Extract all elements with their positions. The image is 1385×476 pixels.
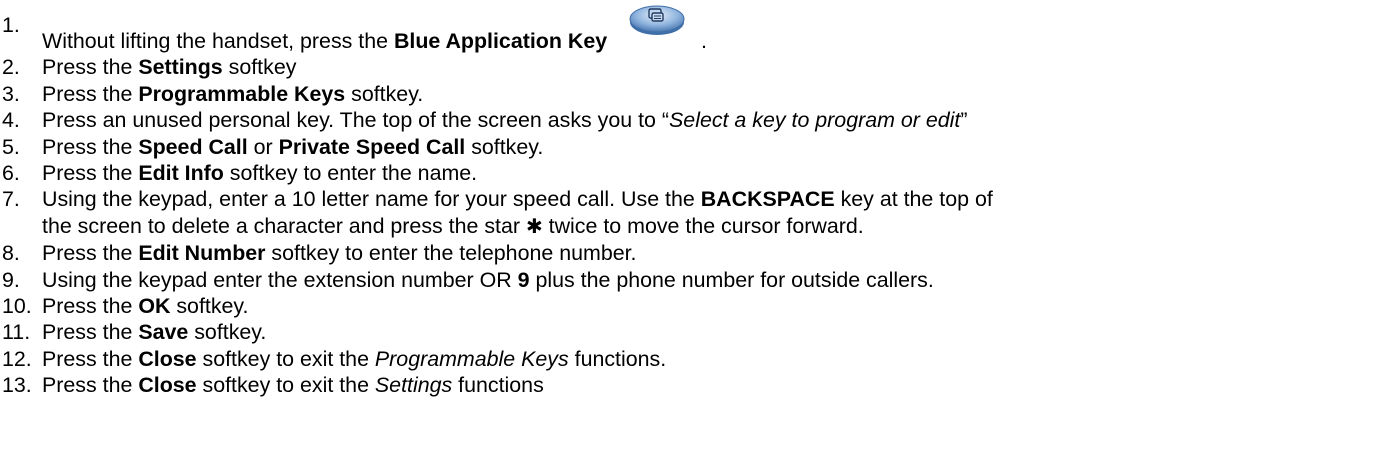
- bold-term: BACKSPACE: [700, 187, 835, 212]
- step-text: Press the Speed Call or Private Speed Ca…: [42, 134, 543, 160]
- list-item: 9. Using the keypad enter the extension n…: [0, 267, 1385, 293]
- step-number: 1.: [2, 13, 20, 37]
- bold-term: Close: [138, 373, 197, 398]
- bold-term: Edit Info: [138, 161, 224, 186]
- bold-term: Edit Number: [138, 241, 266, 266]
- text-run: softkey.: [345, 81, 424, 106]
- text-run: softkey.: [170, 294, 249, 319]
- step-text: Using the keypad enter the extension num…: [42, 267, 934, 293]
- bold-term: 9: [517, 267, 530, 292]
- text-run: Press the: [42, 134, 139, 159]
- step-number: 9.: [2, 267, 20, 292]
- text-run: Using the keypad enter the extension num…: [42, 267, 518, 292]
- italic-term: Settings: [374, 373, 453, 398]
- step-text: Press the Close softkey to exit the Prog…: [42, 346, 666, 372]
- text-run: Press the: [42, 294, 139, 319]
- blue-application-key-icon: [627, 0, 687, 38]
- italic-term: Select a key to program or edit: [669, 108, 961, 133]
- step-text: Press an unused personal key. The top of…: [42, 107, 967, 133]
- text-run: key at the top of: [834, 187, 993, 212]
- text-run: twice to move the cursor forward.: [542, 213, 864, 238]
- list-item: 11. Press the Save softkey.: [0, 319, 1385, 345]
- step-text: Using the keypad, enter a 10 letter name…: [42, 186, 993, 212]
- list-item: 10. Press the OK softkey.: [0, 293, 1385, 319]
- italic-term: Programmable Keys: [374, 346, 569, 371]
- bold-term: Close: [138, 346, 197, 371]
- bold-term: Save: [138, 320, 189, 345]
- step-text: Without lifting the handset, press the B…: [42, 5, 707, 54]
- bold-term: Speed Call: [138, 134, 248, 159]
- step-text: Press the Programmable Keys softkey.: [42, 81, 423, 107]
- text-run: softkey to exit the: [196, 373, 375, 398]
- text-run: .: [701, 29, 707, 53]
- step-number: 8.: [2, 241, 20, 266]
- text-run: softkey to enter the name.: [223, 161, 478, 186]
- step-number: 11.: [2, 320, 31, 345]
- text-run: softkey to exit the: [196, 346, 375, 371]
- step-text: Press the OK softkey.: [42, 293, 248, 319]
- text-run: Press the: [42, 81, 139, 106]
- list-item: 7. Using the keypad, enter a 10 letter na…: [0, 186, 1385, 212]
- text-run: functions.: [568, 346, 667, 371]
- text-run: Press the: [42, 241, 139, 266]
- list-item: 3. Press the Programmable Keys softkey.: [0, 81, 1385, 107]
- text-run: functions: [452, 373, 544, 398]
- text-run: Without lifting the handset, press the: [42, 29, 394, 53]
- bold-term: OK: [138, 294, 171, 319]
- list-item: 5. Press the Speed Call or Private Speed …: [0, 134, 1385, 160]
- list-item: 13. Press the Close softkey to exit the S…: [0, 372, 1385, 398]
- text-run: softkey: [222, 55, 297, 80]
- step-number: 6.: [2, 161, 20, 186]
- step-number: 10.: [2, 294, 32, 319]
- text-run: or: [247, 134, 279, 159]
- bold-term: Private Speed Call: [278, 134, 466, 159]
- step-text: Press the Save softkey.: [42, 319, 266, 345]
- step-text: Press the Edit Info softkey to enter the…: [42, 160, 477, 186]
- text-run: softkey.: [465, 134, 544, 159]
- text-run: Press an unused personal key. The top of…: [42, 108, 670, 133]
- text-run: Press the: [42, 373, 139, 398]
- text-run: Press the: [42, 346, 139, 371]
- bold-term: Blue Application Key: [393, 29, 608, 53]
- text-run: Press the: [42, 320, 139, 345]
- list-item: 2. Press the Settings softkey: [0, 54, 1385, 80]
- text-run: softkey.: [188, 320, 267, 345]
- text-run: Press the: [42, 55, 139, 80]
- text-run: the screen to delete a character and pre…: [42, 213, 526, 238]
- star-symbol: ✱: [525, 215, 543, 238]
- step-number: 12.: [2, 346, 32, 371]
- text-run: plus the phone number for outside caller…: [529, 267, 934, 292]
- text-run: Using the keypad, enter a 10 letter name…: [42, 187, 701, 212]
- list-item: 8. Press the Edit Number softkey to enter…: [0, 240, 1385, 266]
- step-number: 2.: [2, 55, 20, 80]
- list-item: 1. Without lifting the handset, press the…: [0, 5, 1385, 54]
- text-run: ”: [960, 108, 968, 133]
- step-text: Press the Settings softkey: [42, 54, 296, 80]
- step-text: the screen to delete a character and pre…: [42, 213, 864, 240]
- step-number: 3.: [2, 81, 20, 106]
- step-number: 13.: [2, 373, 32, 398]
- list-item: 12. Press the Close softkey to exit the P…: [0, 346, 1385, 372]
- instruction-list: 1. Without lifting the handset, press the…: [0, 5, 1385, 399]
- list-item-continuation: the screen to delete a character and pre…: [0, 213, 1385, 240]
- step-number: 5.: [2, 134, 20, 159]
- bold-term: Programmable Keys: [138, 81, 346, 106]
- step-text: Press the Edit Number softkey to enter t…: [42, 240, 637, 266]
- step-number: 4.: [2, 108, 20, 133]
- step-number: 7.: [2, 187, 20, 212]
- list-item: 4. Press an unused personal key. The top …: [0, 107, 1385, 133]
- text-run: softkey to enter the telephone number.: [265, 241, 637, 266]
- list-item: 6. Press the Edit Info softkey to enter t…: [0, 160, 1385, 186]
- text-run: Press the: [42, 161, 139, 186]
- step-text: Press the Close softkey to exit the Sett…: [42, 372, 544, 398]
- bold-term: Settings: [138, 55, 223, 80]
